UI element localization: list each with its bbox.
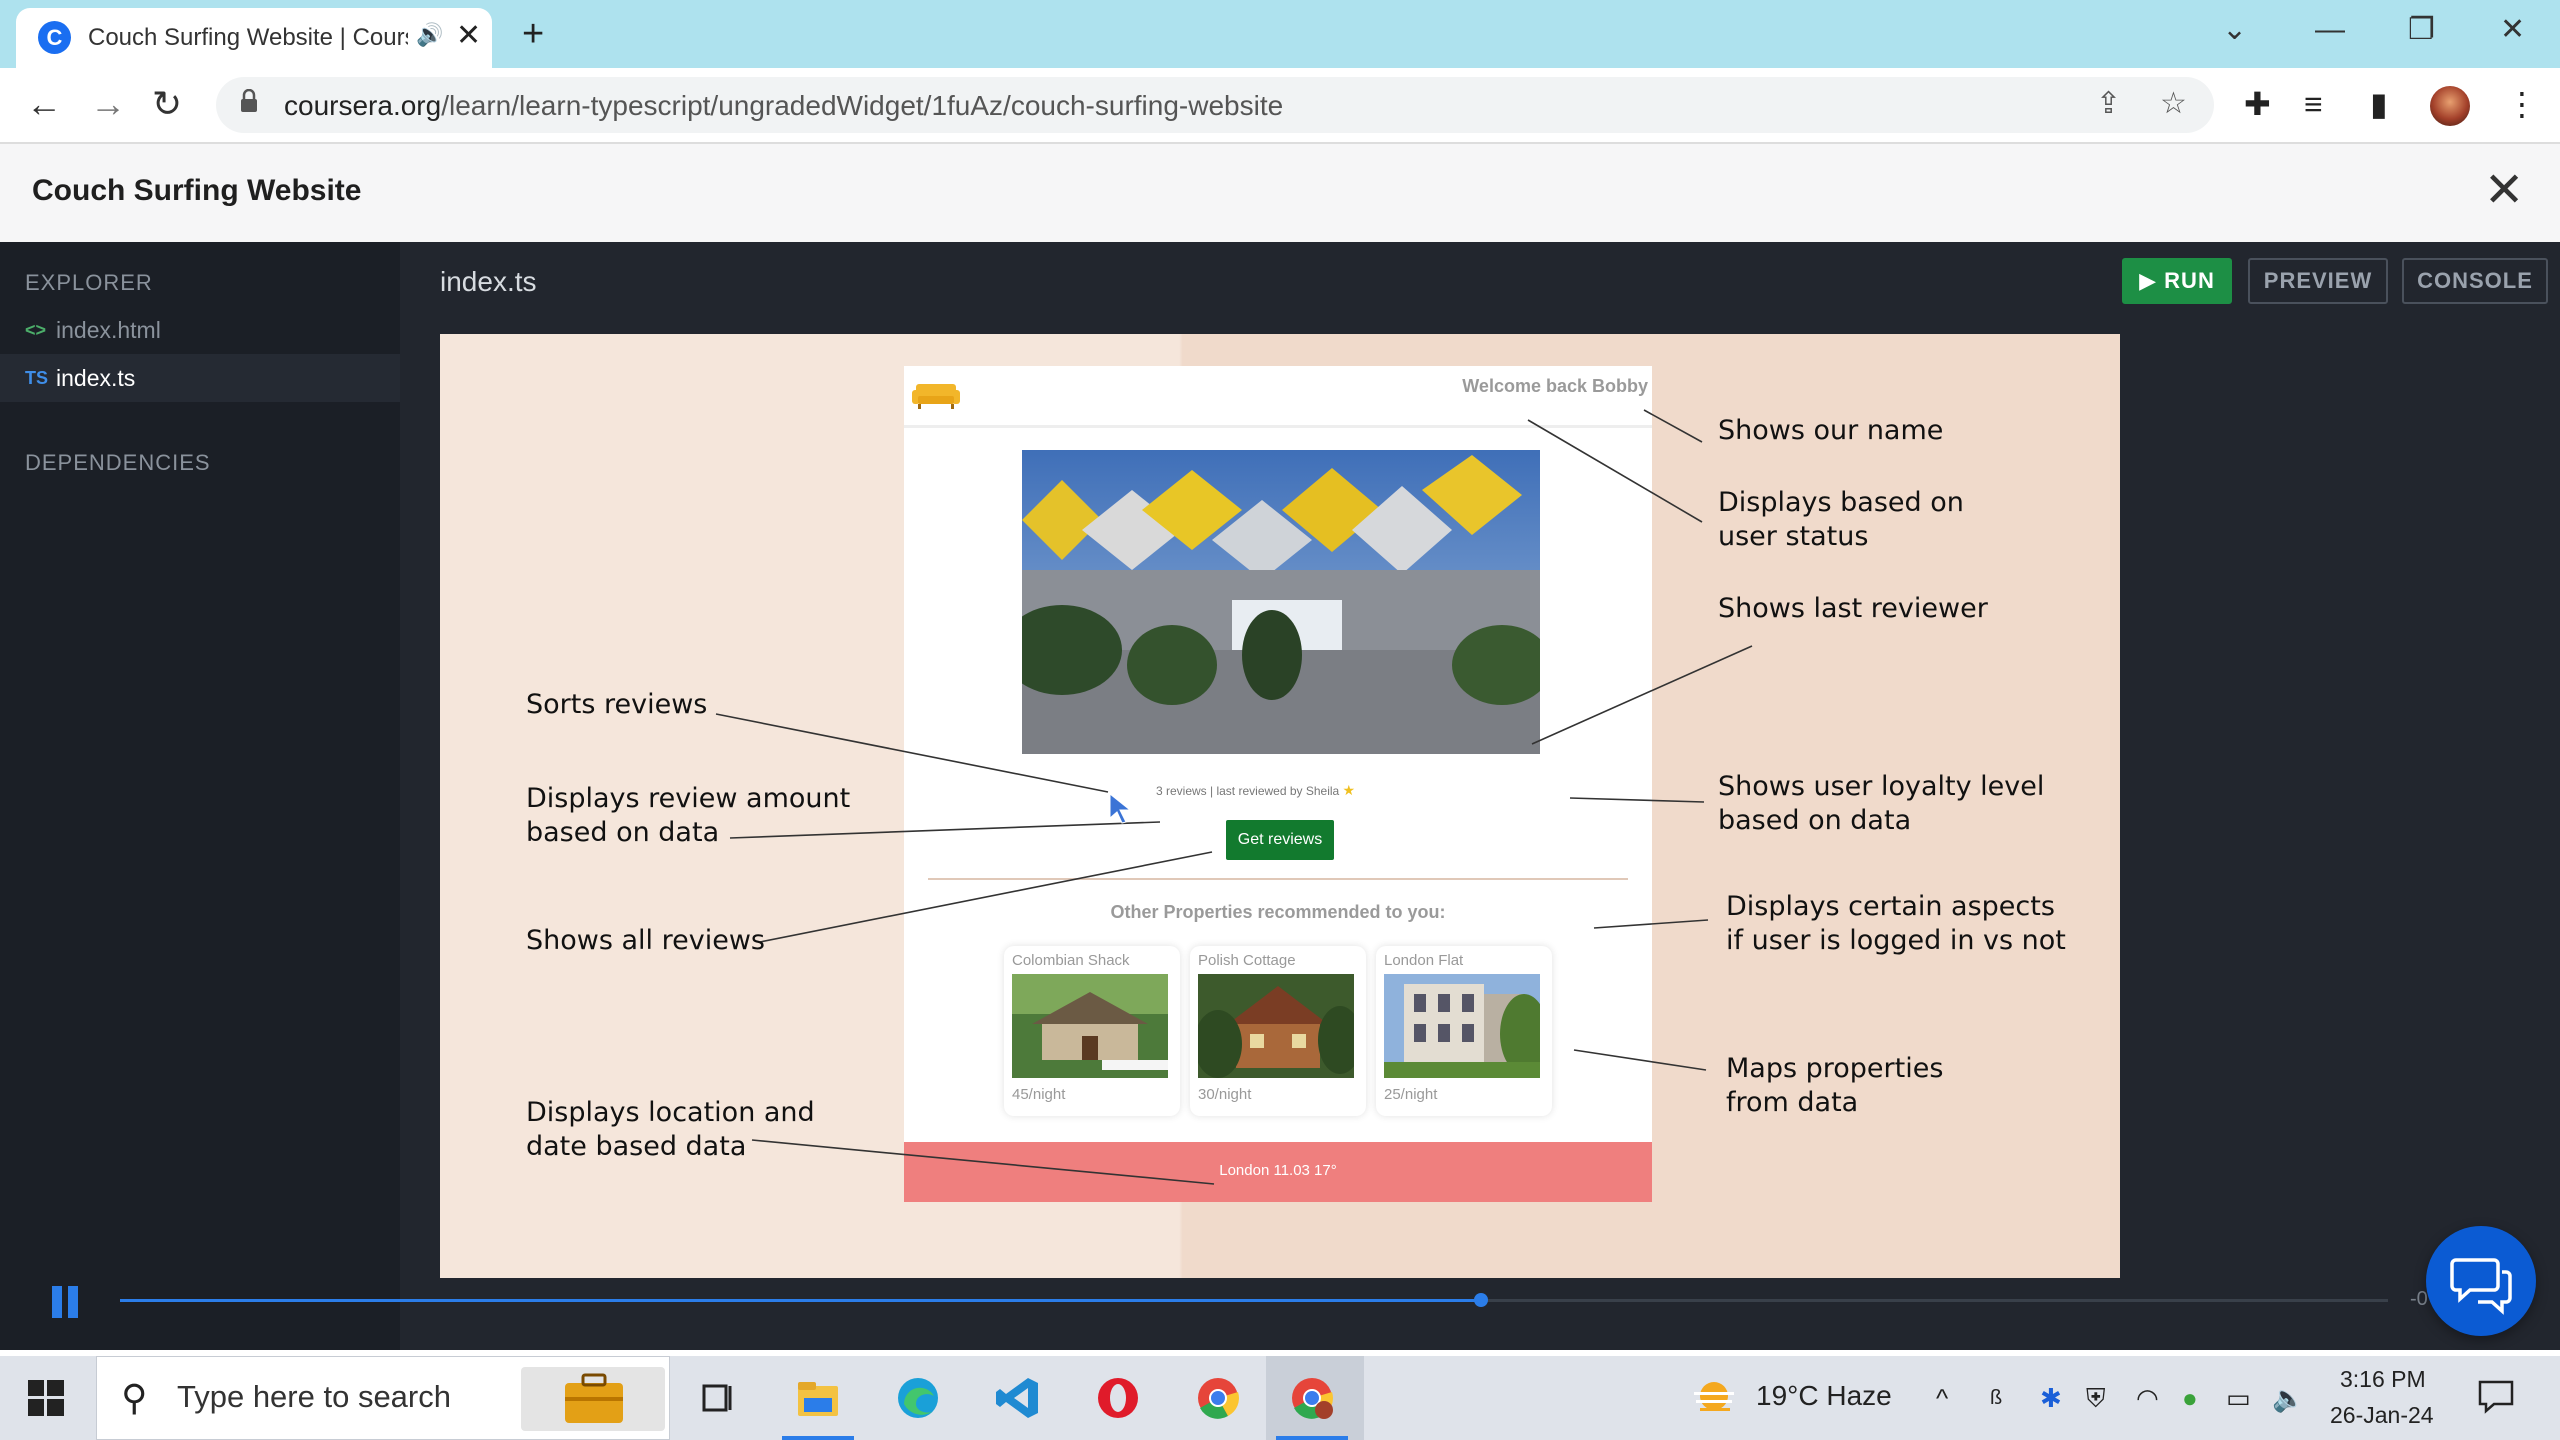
console-button[interactable]: CONSOLE [2402,258,2548,304]
taskbar-search-box[interactable]: ⚲ Type here to search [96,1356,670,1440]
file-name: index.html [56,317,161,343]
vscode-icon[interactable] [972,1356,1064,1440]
clock-date[interactable]: 26-Jan-24 [2330,1402,2434,1429]
url-host: coursera.org [284,90,442,121]
restore-icon[interactable]: ❐ [2408,10,2435,50]
update-badge-icon[interactable]: ● [2182,1382,2198,1414]
tab-title: Couch Surfing Website | Coursera [88,24,408,51]
close-tab-icon[interactable]: ✕ [456,18,481,54]
browser-tab[interactable]: C Couch Surfing Website | Coursera 🔊 ✕ [16,8,492,68]
security-shield-icon[interactable]: ⛨ [2086,1382,2106,1414]
url-path: /learn/learn-typescript/ungradedWidget/1… [441,90,1284,121]
extensions-icon[interactable]: ✚ [2244,84,2271,124]
share-icon[interactable]: ⇪ [2096,87,2121,121]
bluetooth-icon[interactable]: ✱ [2040,1382,2062,1414]
annotation-maps-line1: Maps properties [1726,1053,1944,1084]
speaker-icon[interactable]: 🔊 [416,22,443,48]
browser-tab-strip: C Couch Surfing Website | Coursera 🔊 ✕ +… [0,0,2560,68]
back-arrow-icon[interactable]: ← [26,82,62,126]
media-control-icon[interactable]: ≡ [2304,84,2323,124]
search-icon: ⚲ [121,1377,148,1418]
minimize-icon[interactable]: — [2315,10,2345,50]
window-close-icon[interactable]: ✕ [2500,10,2525,50]
chrome-profile-icon[interactable] [1266,1356,1364,1440]
windows-start-icon[interactable] [28,1380,64,1416]
browser-toolbar: ← → ↻ coursera.org/learn/learn-typescrip… [0,68,2560,142]
language-icon[interactable]: ß [1990,1382,2002,1414]
annotation-user-status-line1: Displays based on [1718,487,1964,518]
file-item-index-ts[interactable]: TS index.ts [0,354,400,402]
annotation-last-reviewer: Shows last reviewer [1718,593,1988,624]
annotation-maps-line2: from data [1726,1087,1859,1118]
file-item-index-html[interactable]: <> index.html [0,306,400,354]
preview-button[interactable]: PREVIEW [2248,258,2388,304]
lecture-video-frame[interactable]: Welcome back Bobby 3 reviews | last revi… [440,334,2120,1278]
chrome-icon[interactable] [1172,1356,1264,1440]
annotation-loyalty-line2: based on data [1718,805,1912,836]
address-bar[interactable]: coursera.org/learn/learn-typescript/ungr… [216,77,2214,133]
windows-taskbar: ⚲ Type here to search 19°C Haze ^ ß ✱ ⛨ … [0,1356,2560,1440]
kebab-menu-icon[interactable]: ⋮ [2506,84,2538,124]
close-lab-icon[interactable]: ✕ [2484,166,2524,216]
annotation-all-reviews: Shows all reviews [526,925,765,956]
run-button[interactable]: ▶ RUN [2122,258,2232,304]
annotation-sorts-reviews: Sorts reviews [526,689,708,720]
pause-button[interactable] [52,1286,80,1318]
coursera-favicon-icon: C [38,21,71,54]
task-view-icon[interactable] [672,1356,764,1440]
wifi-icon[interactable]: ◠ [2136,1382,2159,1414]
annotation-location-line1: Displays location and [526,1097,815,1128]
explorer-heading: EXPLORER [25,270,153,295]
file-name: index.ts [56,365,136,391]
reload-icon[interactable]: ↻ [152,82,182,126]
weather-haze-icon[interactable] [1692,1378,1736,1418]
annotation-shows-name: Shows our name [1718,415,1944,446]
annotation-user-status-line2: user status [1718,521,1869,552]
forward-arrow-icon[interactable]: → [90,82,126,126]
chat-assistant-button[interactable] [2426,1226,2536,1336]
url-text[interactable]: coursera.org/learn/learn-typescript/ungr… [284,90,1283,122]
weather-text[interactable]: 19°C Haze [1756,1380,1892,1412]
html-file-icon: <> [25,320,47,340]
explorer-sidebar: EXPLORER <> index.html TS index.ts DEPEN… [0,242,400,1350]
dependencies-heading[interactable]: DEPENDENCIES [25,450,211,476]
notifications-icon[interactable] [2476,1376,2516,1416]
side-panel-icon[interactable]: ▮ [2370,84,2388,124]
annotation-review-amount-line1: Displays review amount [526,783,851,814]
volume-icon[interactable]: 🔈 [2272,1382,2304,1414]
briefcase-icon[interactable] [521,1367,665,1431]
annotation-location-line2: date based data [526,1131,747,1162]
chevron-up-icon[interactable]: ^ [1936,1382,1948,1414]
file-explorer-icon[interactable] [772,1356,864,1440]
lab-header: Couch Surfing Website ✕ [0,142,2560,242]
page-title: Couch Surfing Website [32,174,362,207]
mouse-cursor-icon [1109,792,1132,824]
edge-icon[interactable] [872,1356,964,1440]
annotation-loyalty-line1: Shows user loyalty level [1718,771,2045,802]
annotation-review-amount-line2: based on data [526,817,720,848]
editor-tab[interactable]: index.ts [440,266,537,298]
tab-search-chevron-icon[interactable]: ⌄ [2222,10,2247,50]
video-progress-thumb[interactable] [1473,1293,1488,1307]
new-tab-plus-icon[interactable]: + [522,14,544,54]
video-progress-bar[interactable] [120,1299,2388,1302]
chat-bubbles-icon [2450,1258,2512,1315]
lock-icon[interactable] [240,88,258,120]
profile-avatar[interactable] [2430,86,2470,126]
annotation-aspects-line1: Displays certain aspects [1726,891,2055,922]
annotation-aspects-line2: if user is logged in vs not [1726,925,2066,956]
typescript-file-icon: TS [25,368,49,388]
star-icon[interactable]: ☆ [2160,87,2187,121]
clock-time[interactable]: 3:16 PM [2340,1366,2426,1393]
video-progress-fill [120,1299,1481,1302]
battery-icon[interactable]: ▭ [2226,1382,2251,1414]
search-placeholder: Type here to search [177,1379,451,1414]
opera-icon[interactable] [1072,1356,1164,1440]
